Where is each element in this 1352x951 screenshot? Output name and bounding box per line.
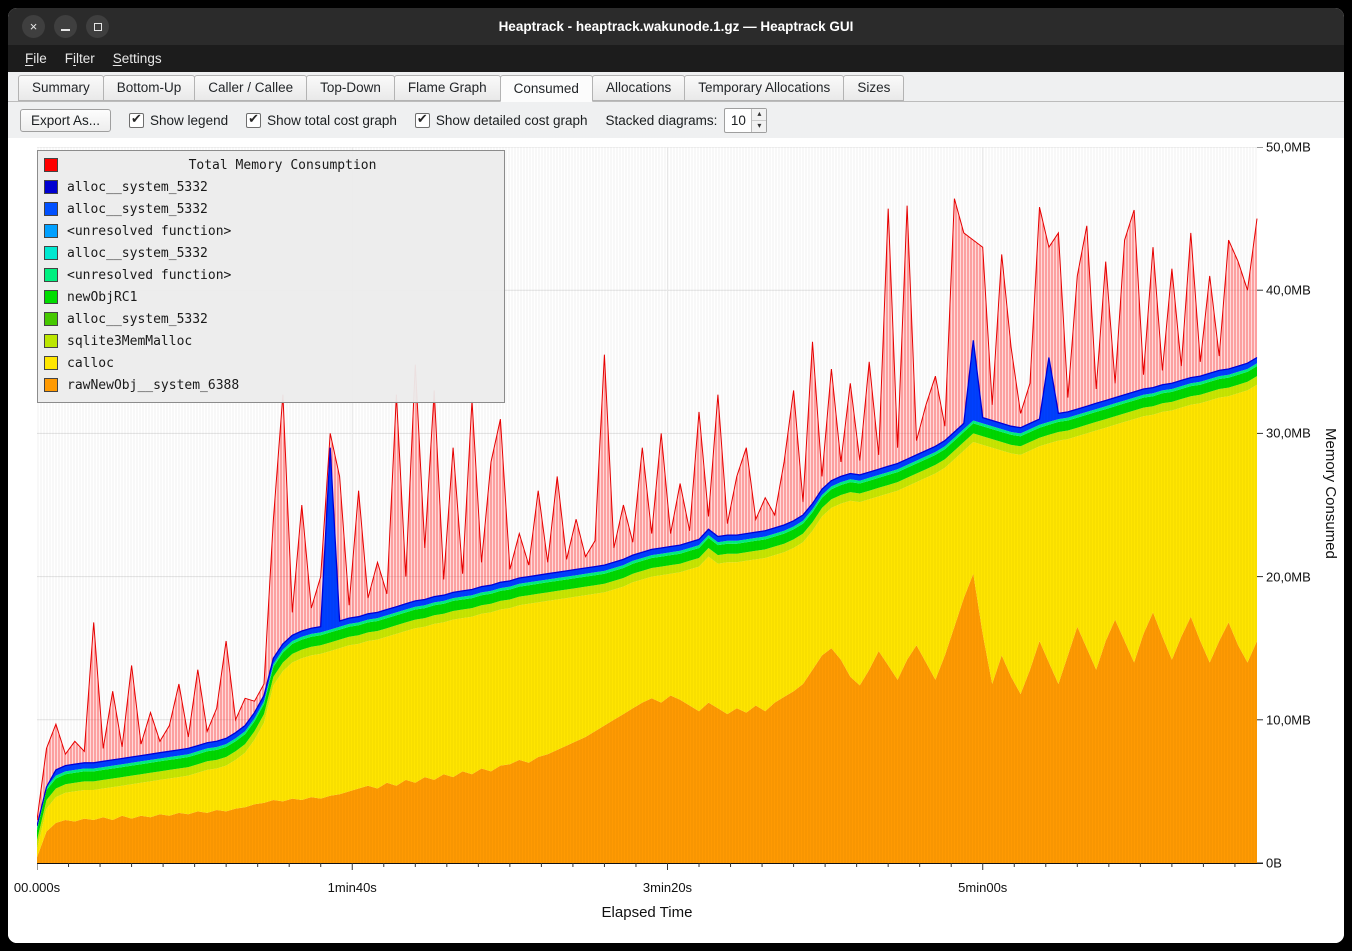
x-tick-label: 1min40s — [328, 880, 377, 895]
y-tick-label: 30,0MB — [1266, 426, 1311, 441]
legend-title-row: Total Memory Consumption — [44, 154, 498, 176]
legend-title: Total Memory Consumption — [67, 158, 498, 173]
spinner-up-button[interactable]: ▴ — [752, 109, 766, 121]
legend-item-label: alloc__system_5332 — [67, 312, 208, 327]
checkbox-label: Show legend — [150, 113, 228, 128]
tab-bottom-up[interactable]: Bottom-Up — [103, 75, 196, 101]
legend-swatch-total — [44, 158, 58, 172]
legend-swatch — [44, 312, 58, 326]
legend-swatch — [44, 378, 58, 392]
y-axis-title: Memory Consumed — [1322, 428, 1339, 559]
chart-area: Total Memory Consumption alloc__system_53… — [8, 138, 1344, 943]
export-as-button[interactable]: Export As... — [20, 109, 111, 132]
toolbar-checkboxes: ✔ Show legend ✔ Show total cost graph ✔ Show … — [129, 113, 588, 128]
maximize-icon — [94, 23, 102, 31]
checkbox-show-detailed-cost-graph[interactable]: ✔ Show detailed cost graph — [415, 113, 588, 128]
checkbox-show-total-cost-graph[interactable]: ✔ Show total cost graph — [246, 113, 397, 128]
close-icon: × — [30, 20, 38, 33]
minimize-icon — [61, 29, 70, 31]
tab-flame-graph[interactable]: Flame Graph — [394, 75, 501, 101]
legend-item-label: <unresolved function> — [67, 224, 231, 239]
legend-swatch — [44, 334, 58, 348]
checkbox-label: Show detailed cost graph — [436, 113, 588, 128]
y-tick-label: 10,0MB — [1266, 712, 1311, 727]
legend-item-label: alloc__system_5332 — [67, 246, 208, 261]
legend-swatch — [44, 224, 58, 238]
x-tick-label: 00.000s — [14, 880, 60, 895]
checkbox-show-legend[interactable]: ✔ Show legend — [129, 113, 228, 128]
legend-swatch — [44, 202, 58, 216]
legend-item: newObjRC1 — [44, 286, 498, 308]
legend-item-label: sqlite3MemMalloc — [67, 334, 192, 349]
tab-sizes[interactable]: Sizes — [843, 75, 904, 101]
legend-item: alloc__system_5332 — [44, 308, 498, 330]
checkbox-box[interactable]: ✔ — [129, 113, 144, 128]
legend-swatch — [44, 356, 58, 370]
x-tick-label: 5min00s — [958, 880, 1007, 895]
tab-allocations[interactable]: Allocations — [592, 75, 685, 101]
heaptrack-window: × Heaptrack - heaptrack.wakunode.1.gz — … — [8, 8, 1344, 943]
checkbox-box[interactable]: ✔ — [246, 113, 261, 128]
y-tick-label: 40,0MB — [1266, 283, 1311, 298]
chart-legend: Total Memory Consumption alloc__system_53… — [37, 150, 505, 403]
checkbox-label: Show total cost graph — [267, 113, 397, 128]
legend-item: alloc__system_5332 — [44, 176, 498, 198]
window-controls: × — [22, 15, 109, 38]
tab-caller-callee[interactable]: Caller / Callee — [194, 75, 307, 101]
legend-item-label: <unresolved function> — [67, 268, 231, 283]
chevron-up-icon: ▴ — [757, 110, 761, 118]
close-button[interactable]: × — [22, 15, 45, 38]
legend-item: calloc — [44, 352, 498, 374]
menubar: FileFilterSettings — [8, 45, 1344, 72]
legend-item-label: alloc__system_5332 — [67, 202, 208, 217]
check-icon: ✔ — [417, 111, 428, 127]
y-tick-label: 20,0MB — [1266, 569, 1311, 584]
legend-item: alloc__system_5332 — [44, 198, 498, 220]
legend-item: <unresolved function> — [44, 220, 498, 242]
chevron-down-icon: ▾ — [757, 122, 761, 130]
window-title: Heaptrack - heaptrack.wakunode.1.gz — He… — [8, 19, 1344, 34]
tab-temporary-allocations[interactable]: Temporary Allocations — [684, 75, 844, 101]
tabbar: SummaryBottom-UpCaller / CalleeTop-DownF… — [8, 72, 1344, 102]
spinner-arrows: ▴ ▾ — [751, 109, 766, 132]
maximize-button[interactable] — [86, 15, 109, 38]
legend-swatch — [44, 180, 58, 194]
legend-item: sqlite3MemMalloc — [44, 330, 498, 352]
check-icon: ✔ — [131, 111, 142, 127]
stacked-diagrams-group: Stacked diagrams: 10 ▴ ▾ — [606, 108, 768, 133]
legend-swatch — [44, 246, 58, 260]
y-tick-label: 50,0MB — [1266, 140, 1311, 155]
menu-settings[interactable]: Settings — [104, 48, 171, 69]
legend-item: rawNewObj__system_6388 — [44, 374, 498, 396]
stacked-diagrams-label: Stacked diagrams: — [606, 113, 718, 128]
legend-item-label: calloc — [67, 356, 114, 371]
minimize-button[interactable] — [54, 15, 77, 38]
tab-top-down[interactable]: Top-Down — [306, 75, 395, 101]
tab-summary[interactable]: Summary — [18, 75, 104, 101]
legend-swatch — [44, 290, 58, 304]
toolbar: Export As... ✔ Show legend ✔ Show total cos… — [8, 102, 1344, 138]
menu-file[interactable]: File — [16, 48, 56, 69]
legend-item-label: newObjRC1 — [67, 290, 137, 305]
spinner-down-button[interactable]: ▾ — [752, 121, 766, 132]
checkbox-box[interactable]: ✔ — [415, 113, 430, 128]
legend-item-label: alloc__system_5332 — [67, 180, 208, 195]
titlebar: × Heaptrack - heaptrack.wakunode.1.gz — … — [8, 8, 1344, 45]
stacked-diagrams-value: 10 — [725, 109, 751, 132]
menu-filter[interactable]: Filter — [56, 48, 104, 69]
stacked-diagrams-spinbox[interactable]: 10 ▴ ▾ — [724, 108, 767, 133]
legend-item: alloc__system_5332 — [44, 242, 498, 264]
x-tick-label: 3min20s — [643, 880, 692, 895]
y-tick-label: 0B — [1266, 856, 1282, 871]
legend-swatch — [44, 268, 58, 282]
legend-item-label: rawNewObj__system_6388 — [67, 378, 239, 393]
legend-item: <unresolved function> — [44, 264, 498, 286]
x-axis-title: Elapsed Time — [602, 904, 693, 921]
tab-consumed[interactable]: Consumed — [500, 75, 593, 102]
check-icon: ✔ — [248, 111, 259, 127]
